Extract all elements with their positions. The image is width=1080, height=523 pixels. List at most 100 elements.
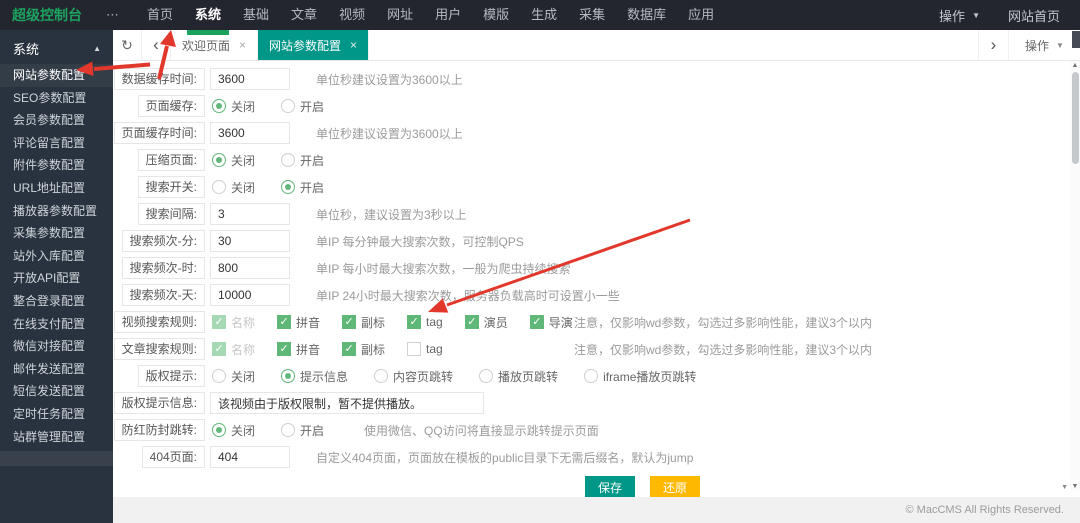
tabbar: ↻ ‹ 欢迎页面 × 网站参数配置 × › 操作 ▼ <box>113 30 1080 61</box>
topbar-action-dropdown[interactable]: 操作 ▼ <box>939 6 980 25</box>
nav-item-app[interactable]: 应用 <box>677 0 725 30</box>
form-row-copyright-message: 版权提示信息: <box>113 392 1080 414</box>
nav-item-collect[interactable]: 采集 <box>568 0 616 30</box>
sidebar-item-member-params[interactable]: 会员参数配置 <box>0 109 113 132</box>
refresh-icon[interactable]: ↻ <box>113 30 142 60</box>
nav-item-home[interactable]: 首页 <box>136 0 184 30</box>
checkbox-tag[interactable]: tag <box>407 315 443 329</box>
form-row-search-freq-hour: 搜索频次-时: 单IP 每小时最大搜索次数，一般为爬虫持续搜索 <box>121 257 1080 279</box>
sidebar-item-cron[interactable]: 定时任务配置 <box>0 403 113 426</box>
checkbox-subtitle[interactable]: 副标 <box>342 314 385 331</box>
sidebar-item-player-params[interactable]: 播放器参数配置 <box>0 200 113 223</box>
radio-off[interactable]: 关闭 <box>212 98 255 115</box>
scroll-up-icon[interactable]: ▲ <box>1070 62 1080 69</box>
nav-item-website[interactable]: 网址 <box>376 0 424 30</box>
search-freq-min-input[interactable] <box>210 230 290 252</box>
scroll-down-icon[interactable]: ▼ <box>1070 483 1080 490</box>
caret-down-icon: ▼ <box>1056 40 1064 50</box>
close-icon[interactable]: × <box>350 38 357 52</box>
sidebar-item-attachment-params[interactable]: 附件参数配置 <box>0 154 113 177</box>
nav-item-generate[interactable]: 生成 <box>520 0 568 30</box>
checkbox-pinyin[interactable]: 拼音 <box>277 341 320 358</box>
radio-icon <box>374 369 389 383</box>
nav-item-template[interactable]: 模版 <box>472 0 520 30</box>
field-hint: 单位秒建议设置为3600以上 <box>316 72 463 87</box>
radio-notice-info[interactable]: 提示信息 <box>281 368 348 385</box>
tabs-scroll-left-icon[interactable]: ‹ <box>142 30 171 60</box>
nav-item-user[interactable]: 用户 <box>424 0 472 30</box>
search-freq-hour-input[interactable] <box>210 257 290 279</box>
caret-up-icon: ▲ <box>93 43 101 53</box>
search-interval-input[interactable] <box>210 203 290 225</box>
field-hint: 使用微信、QQ访问将直接显示跳转提示页面 <box>364 423 599 438</box>
radio-content-redirect[interactable]: 内容页跳转 <box>374 368 453 385</box>
checkbox-tag[interactable]: tag <box>407 342 443 356</box>
radio-off[interactable]: 关闭 <box>212 152 255 169</box>
checkbox-icon <box>212 315 226 329</box>
site-home-link[interactable]: 网站首页 <box>1008 6 1060 25</box>
search-freq-day-input[interactable] <box>210 284 290 306</box>
page-404-input[interactable] <box>210 446 290 468</box>
sidebar-item-collect-params[interactable]: 采集参数配置 <box>0 222 113 245</box>
sidebar-item-wechat[interactable]: 微信对接配置 <box>0 335 113 358</box>
nav-item-basic[interactable]: 基础 <box>232 0 280 30</box>
radio-icon <box>212 423 226 437</box>
tabs-scroll-right-icon[interactable]: › <box>978 30 1008 60</box>
sidebar-item-integrated-login[interactable]: 整合登录配置 <box>0 290 113 313</box>
scrollbar-thumb[interactable] <box>1071 72 1079 164</box>
checkbox-pinyin[interactable]: 拼音 <box>277 314 320 331</box>
sidebar-item-online-pay[interactable]: 在线支付配置 <box>0 313 113 336</box>
checkbox-icon <box>212 342 226 356</box>
sidebar-item-comment-params[interactable]: 评论留言配置 <box>0 132 113 155</box>
radio-icon <box>584 369 599 383</box>
checkbox-icon <box>342 315 357 329</box>
checkbox-icon <box>277 315 292 329</box>
sidebar-group-system[interactable]: 系统 ▲ <box>0 35 113 61</box>
tab-actions-dropdown[interactable]: 操作 ▼ <box>1008 30 1080 60</box>
radio-iframe-redirect[interactable]: iframe播放页跳转 <box>584 368 696 385</box>
field-label: 版权提示信息: <box>113 392 205 414</box>
radio-icon <box>479 369 494 383</box>
radio-on[interactable]: 开启 <box>281 98 324 115</box>
topbar: 超级控制台 ⋯ 首页 系统 基础 文章 视频 网址 用户 模版 生成 采集 数据… <box>0 0 1080 35</box>
radio-on[interactable]: 开启 <box>281 422 324 439</box>
save-button[interactable]: 保存 <box>585 476 636 497</box>
sidebar-item-external-store[interactable]: 站外入库配置 <box>0 245 113 268</box>
data-cache-time-input[interactable] <box>210 68 290 90</box>
sidebar-item-site-group[interactable]: 站群管理配置 <box>0 426 113 449</box>
radio-on[interactable]: 开启 <box>281 152 324 169</box>
field-label: 防红防封跳转: <box>113 419 205 441</box>
tab-site-params[interactable]: 网站参数配置 × <box>258 30 370 60</box>
nav-item-system[interactable]: 系统 <box>184 0 232 35</box>
field-label: 搜索开关: <box>137 176 205 198</box>
copyright-message-input[interactable] <box>210 392 484 414</box>
radio-off[interactable]: 关闭 <box>212 179 255 196</box>
close-icon[interactable]: × <box>239 38 246 52</box>
page-cache-time-input[interactable] <box>210 122 290 144</box>
sidebar-item-url-config[interactable]: URL地址配置 <box>0 177 113 200</box>
tab-actions-label: 操作 <box>1025 38 1050 53</box>
sidebar-item-open-api[interactable]: 开放API配置 <box>0 267 113 290</box>
sidebar-item-seo-params[interactable]: SEO参数配置 <box>0 87 113 110</box>
sidebar-item-email[interactable]: 邮件发送配置 <box>0 358 113 381</box>
more-menu-icon[interactable]: ⋯ <box>106 7 120 23</box>
radio-icon <box>212 153 226 167</box>
reset-button[interactable]: 还原 <box>650 476 701 497</box>
radio-off[interactable]: 关闭 <box>212 422 255 439</box>
scroll-down-secondary-icon: ▼ <box>1061 484 1068 491</box>
sidebar-bottom-strip <box>0 451 113 467</box>
nav-item-video[interactable]: 视频 <box>328 0 376 30</box>
nav-item-article[interactable]: 文章 <box>280 0 328 30</box>
radio-on[interactable]: 开启 <box>281 179 324 196</box>
checkbox-icon <box>464 315 479 329</box>
checkbox-director[interactable]: 导演 <box>529 314 573 331</box>
radio-play-redirect[interactable]: 播放页跳转 <box>479 368 558 385</box>
nav-item-database[interactable]: 数据库 <box>616 0 677 30</box>
sidebar-item-sms[interactable]: 短信发送配置 <box>0 380 113 403</box>
sidebar-item-site-params[interactable]: 网站参数配置 <box>0 64 113 87</box>
radio-off[interactable]: 关闭 <box>212 368 255 385</box>
sidebar: 系统 ▲ 网站参数配置 SEO参数配置 会员参数配置 评论留言配置 附件参数配置… <box>0 30 113 523</box>
checkbox-subtitle[interactable]: 副标 <box>342 341 385 358</box>
checkbox-actor[interactable]: 演员 <box>464 314 508 331</box>
vertical-scrollbar[interactable]: ▲ ▼ <box>1070 61 1080 491</box>
